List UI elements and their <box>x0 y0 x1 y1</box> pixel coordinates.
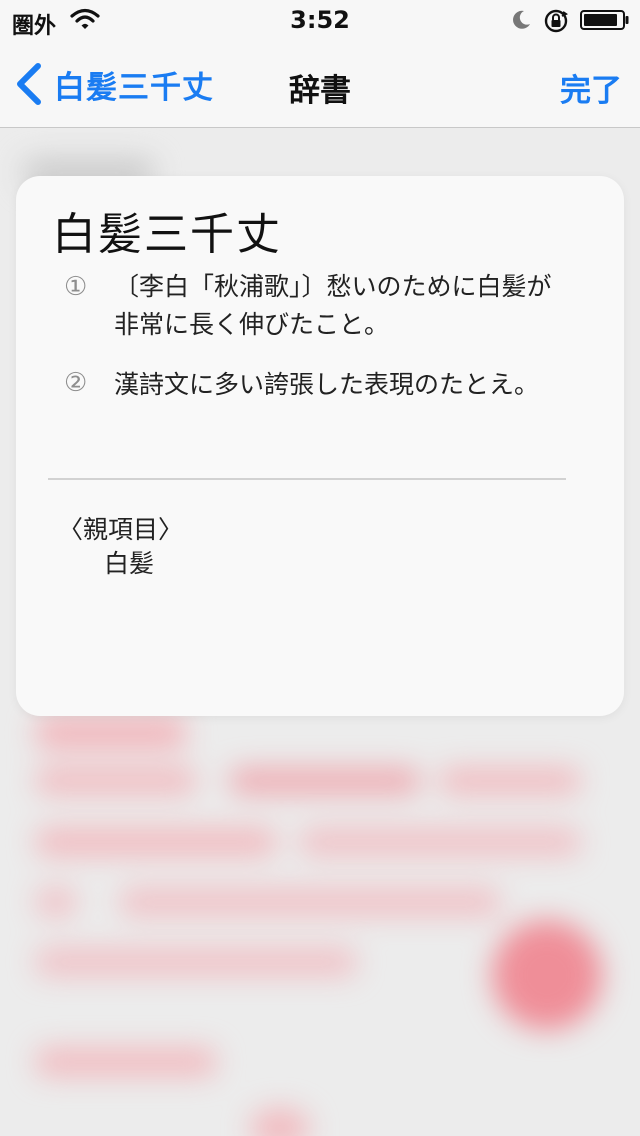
navigation-bar: 白髪三千丈 辞書 完了 <box>0 40 640 128</box>
dictionary-card: 白髪三千丈 ① 〔李白「秋浦歌」〕愁いのために白髪が 非常に長く伸びたこと。 ②… <box>16 176 624 716</box>
definition-text: 漢詩文に多い誇張した表現のたとえ。 <box>114 366 539 404</box>
definition-text: 〔李白「秋浦歌」〕愁いのために白髪が 非常に長く伸びたこと。 <box>114 268 552 344</box>
definition-number: ① <box>64 272 88 302</box>
page-title: 辞書 <box>289 73 351 109</box>
status-bar: 圏外 3:52 <box>0 0 640 40</box>
definition-text-line: 非常に長く伸びたこと。 <box>114 310 390 339</box>
definition-text-line: 〔李白「秋浦歌」〕愁いのために白髪が <box>114 272 552 301</box>
definition-number: ② <box>64 368 88 398</box>
parent-entry-link[interactable]: 白髪 <box>104 544 154 580</box>
definition-text-line: 漢詩文に多い誇張した表現のたとえ。 <box>114 370 540 399</box>
divider <box>48 478 566 480</box>
moon-icon <box>513 10 530 29</box>
done-button[interactable]: 完了 <box>560 65 622 110</box>
definition-item: ② 漢詩文に多い誇張した表現のたとえ。 <box>64 366 584 404</box>
battery-icon <box>580 10 629 30</box>
headword: 白髪三千丈 <box>52 209 282 260</box>
definition-item: ① 〔李白「秋浦歌」〕愁いのために白髪が 非常に長く伸びたこと。 <box>64 268 584 344</box>
parent-entry-label: 〈親項目〉 <box>58 515 184 544</box>
orientation-lock-icon <box>544 9 568 33</box>
